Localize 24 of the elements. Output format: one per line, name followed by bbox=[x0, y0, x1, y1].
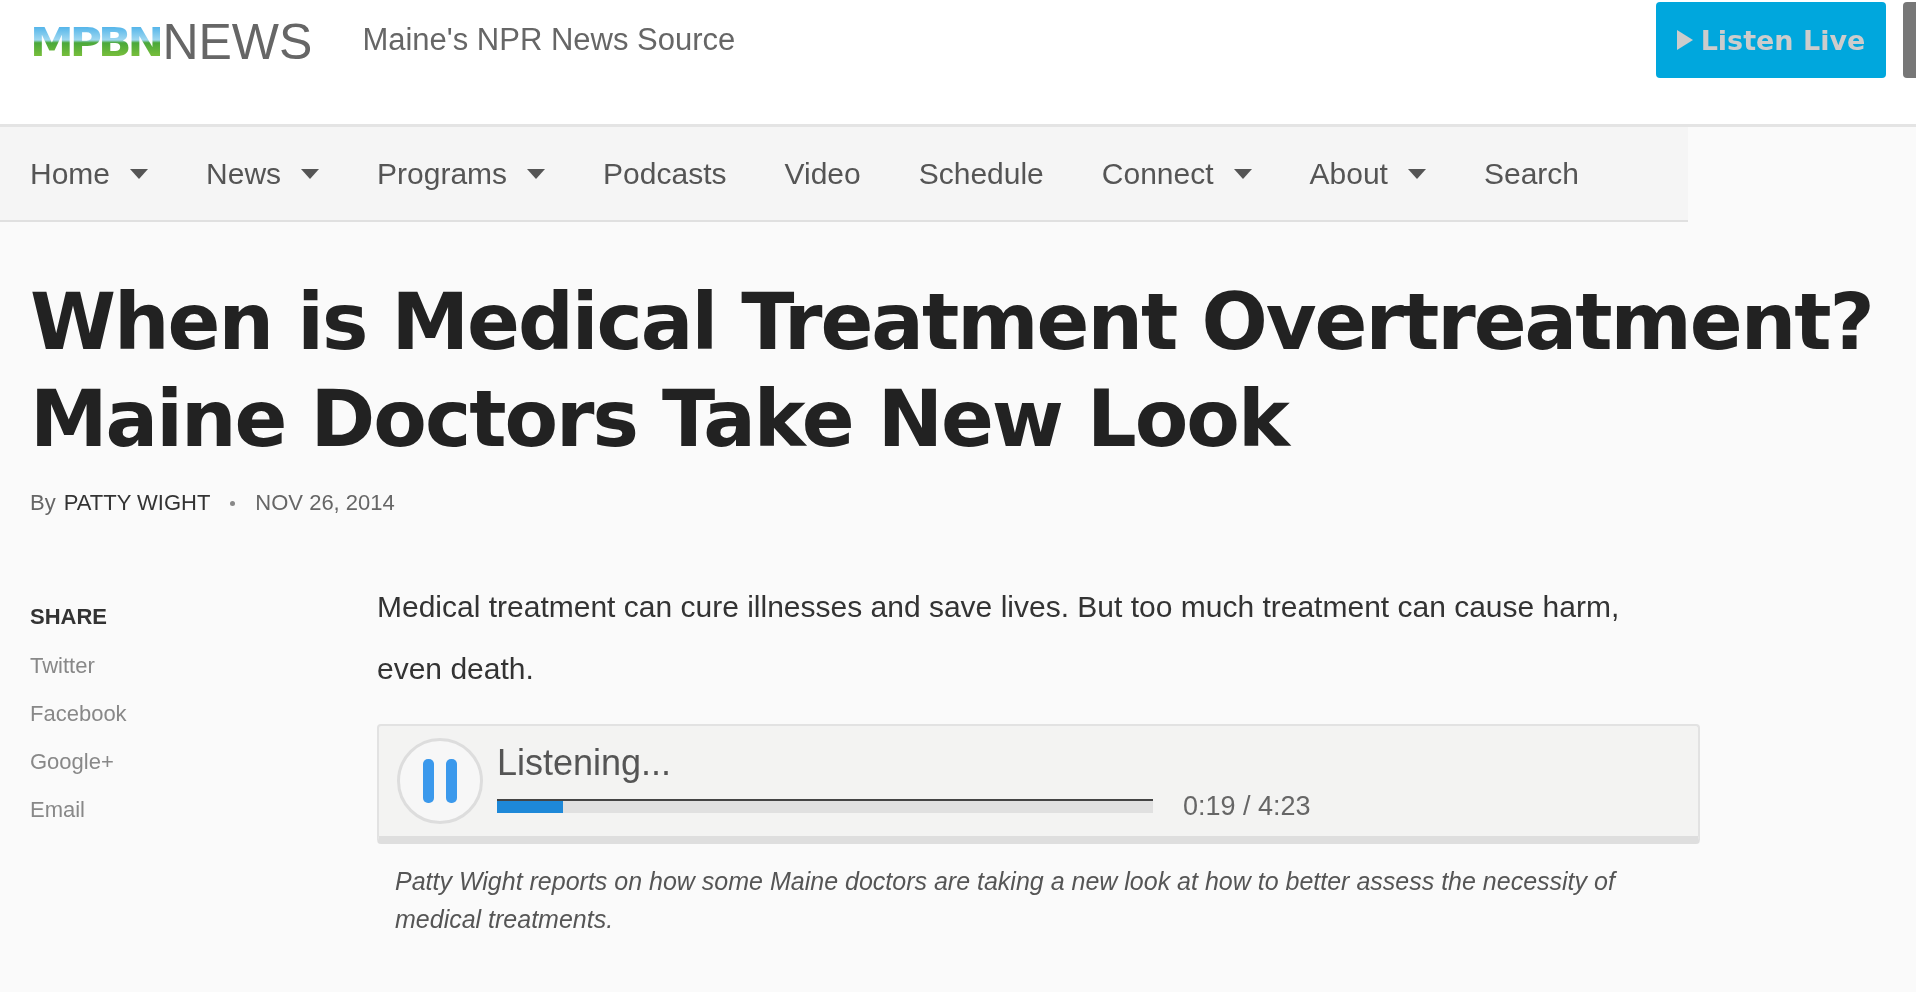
audio-caption: Patty Wight reports on how some Maine doctors are taking a new look at how to better assess the necessity of medical treatments. bbox=[395, 866, 1618, 935]
nav-item[interactable]: Search bbox=[1483, 156, 1579, 191]
share-heading: SHARE bbox=[30, 604, 108, 630]
nav-item[interactable]: Schedule bbox=[918, 156, 1044, 191]
nav-item[interactable]: About bbox=[1309, 156, 1426, 191]
playback-time: 0:19 / 4:23 bbox=[1183, 790, 1311, 822]
article-date: NOV 26, 2014 bbox=[255, 490, 395, 516]
nav-item[interactable]: News bbox=[206, 156, 320, 191]
play-icon bbox=[1676, 30, 1693, 50]
progress-bar[interactable] bbox=[497, 799, 1153, 813]
nav-item[interactable]: Home bbox=[30, 156, 149, 191]
byline-prefix: By bbox=[30, 490, 56, 516]
pause-icon bbox=[423, 759, 457, 803]
article-title: When is Medical Treatment Overtreatment? Maine Doctors Take New Look bbox=[30, 276, 1874, 466]
player-status: Listening... bbox=[497, 740, 673, 785]
article-summary: Medical treatment can cure illnesses and save lives. But too much treatment can cause harm, even death. bbox=[377, 589, 1621, 687]
tagline: Maine's NPR News Source bbox=[362, 22, 736, 58]
logo-text: NEWS bbox=[162, 17, 313, 67]
separator-dot bbox=[230, 500, 236, 506]
author-link[interactable]: PATTY WIGHT bbox=[63, 490, 211, 516]
nav-item[interactable]: Video bbox=[784, 156, 861, 191]
nav-item[interactable]: Programs bbox=[377, 156, 546, 191]
nav-item[interactable]: Connect bbox=[1101, 156, 1252, 191]
nav-item[interactable]: Podcasts bbox=[603, 156, 727, 191]
